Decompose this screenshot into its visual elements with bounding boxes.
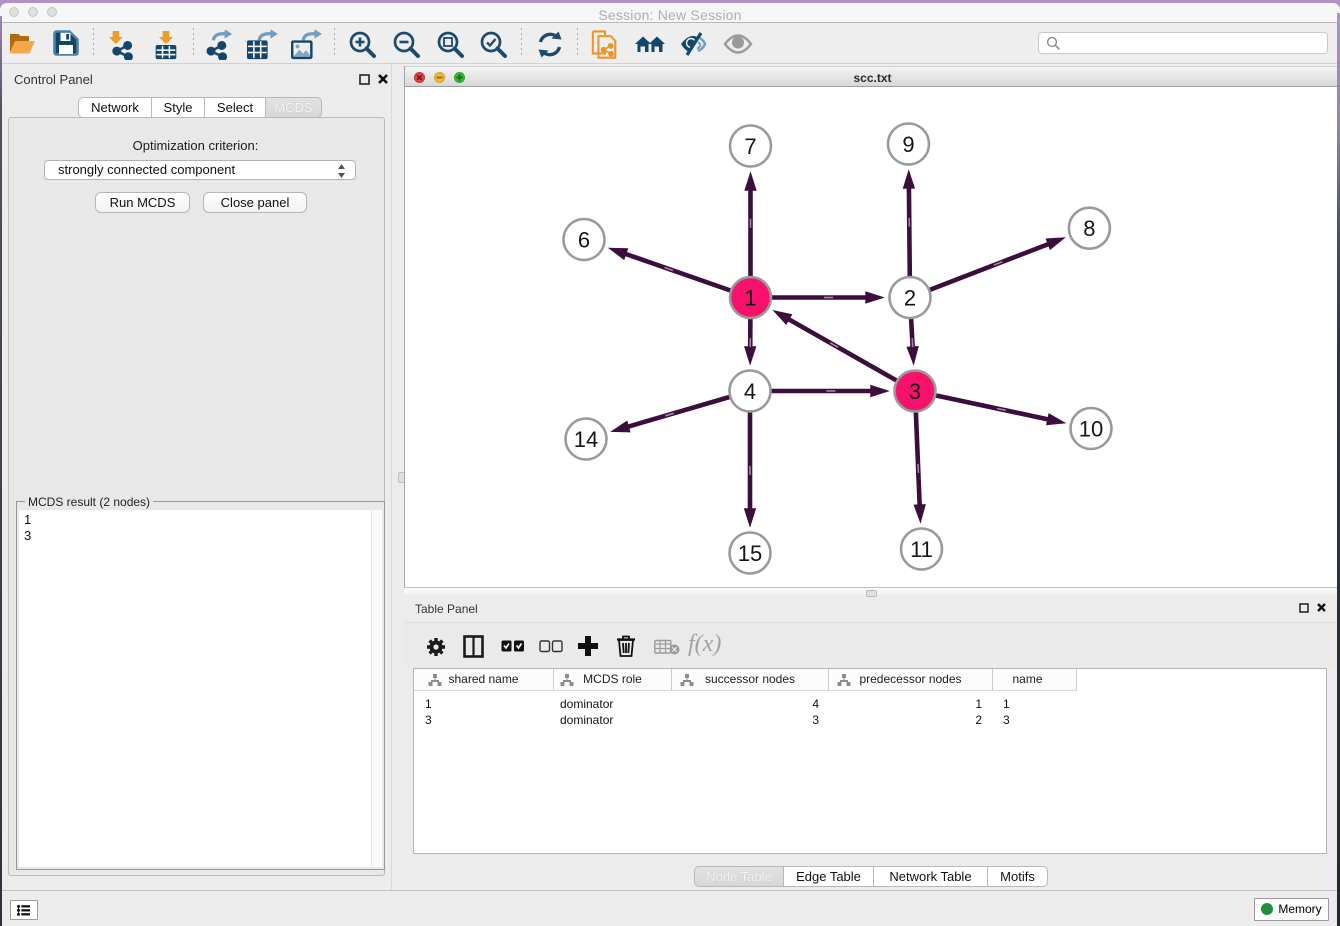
svg-text:8: 8	[1083, 216, 1095, 241]
svg-text:14: 14	[574, 427, 598, 452]
svg-text:3: 3	[909, 379, 921, 404]
svg-text:7: 7	[744, 134, 756, 159]
svg-text:1: 1	[744, 286, 756, 311]
svg-text:11: 11	[910, 537, 933, 562]
svg-text:2: 2	[904, 286, 916, 311]
svg-text:6: 6	[578, 228, 590, 253]
svg-text:10: 10	[1079, 417, 1103, 442]
svg-text:4: 4	[744, 379, 756, 404]
svg-text:9: 9	[902, 132, 914, 157]
svg-text:15: 15	[738, 541, 762, 566]
